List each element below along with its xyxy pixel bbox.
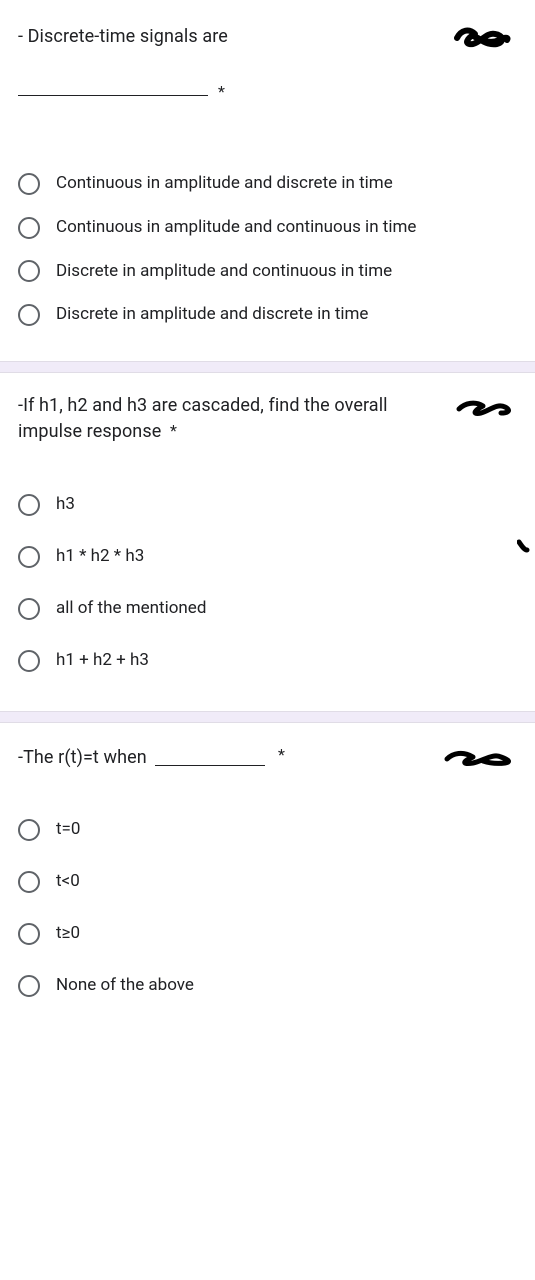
option[interactable]: Discrete in amplitude and discrete in ti… <box>18 293 517 337</box>
question-2-text: -If h1, h2 and h3 are cascaded, find the… <box>18 395 388 442</box>
option-label: Discrete in amplitude and continuous in … <box>56 260 392 284</box>
option[interactable]: t=0 <box>18 804 517 856</box>
question-3-title: -The r(t)=t when * <box>18 743 517 771</box>
option[interactable]: all of the mentioned <box>18 583 517 635</box>
question-3-text: -The r(t)=t when <box>18 746 147 767</box>
question-1-text: - Discrete-time signals are <box>18 26 228 47</box>
option[interactable]: None of the above <box>18 960 517 1012</box>
radio-icon <box>18 975 40 997</box>
quiz-form: - Discrete-time signals are * Continuous… <box>0 0 535 1036</box>
option-label: None of the above <box>56 974 194 998</box>
option[interactable]: Discrete in amplitude and continuous in … <box>18 250 517 294</box>
option[interactable]: h3 <box>18 479 517 531</box>
question-card-2: -If h1, h2 and h3 are cascaded, find the… <box>0 373 535 710</box>
card-separator <box>0 361 535 373</box>
scribble-icon <box>447 20 517 54</box>
required-marker: * <box>218 82 225 101</box>
question-2-options: h3 h1 * h2 * h3 all of the mentioned h1 … <box>18 479 517 686</box>
option-label: h1 + h2 + h3 <box>56 649 149 673</box>
option-label: Continuous in amplitude and continuous i… <box>56 216 416 240</box>
radio-icon <box>18 650 40 672</box>
radio-icon <box>18 494 40 516</box>
scribble-icon <box>453 393 517 421</box>
option[interactable]: h1 + h2 + h3 <box>18 635 517 687</box>
card-separator <box>0 711 535 723</box>
radio-icon <box>18 819 40 841</box>
radio-icon <box>18 217 40 239</box>
option-label: Discrete in amplitude and discrete in ti… <box>56 303 368 327</box>
question-card-1: - Discrete-time signals are * Continuous… <box>0 0 535 361</box>
option-label: all of the mentioned <box>56 597 206 621</box>
option-label: t≥0 <box>56 922 80 946</box>
blank-line <box>18 76 208 96</box>
radio-icon <box>18 871 40 893</box>
scribble-icon <box>443 745 517 771</box>
option[interactable]: t≥0 <box>18 908 517 960</box>
option-label: t<0 <box>56 870 80 894</box>
required-marker: * <box>170 421 177 440</box>
radio-icon <box>18 173 40 195</box>
option-label: h1 * h2 * h3 <box>56 545 144 569</box>
question-1-title: - Discrete-time signals are * <box>18 20 517 118</box>
option[interactable]: Continuous in amplitude and discrete in … <box>18 162 517 206</box>
check-scribble-icon <box>517 528 535 554</box>
option-label: h3 <box>56 493 75 517</box>
required-marker: * <box>278 745 285 764</box>
question-2-title: -If h1, h2 and h3 are cascaded, find the… <box>18 393 517 445</box>
option[interactable]: h1 * h2 * h3 <box>18 531 517 583</box>
radio-icon <box>18 598 40 620</box>
question-3-options: t=0 t<0 t≥0 None of the above <box>18 804 517 1011</box>
radio-icon <box>18 304 40 326</box>
option-label: Continuous in amplitude and discrete in … <box>56 172 393 196</box>
radio-icon <box>18 923 40 945</box>
radio-icon <box>18 546 40 568</box>
question-1-options: Continuous in amplitude and discrete in … <box>18 162 517 337</box>
option-label: t=0 <box>56 818 80 842</box>
blank-line <box>155 747 265 767</box>
option[interactable]: Continuous in amplitude and continuous i… <box>18 206 517 250</box>
option[interactable]: t<0 <box>18 856 517 908</box>
question-card-3: -The r(t)=t when * t=0 t<0 t≥0 None o <box>0 723 535 1036</box>
radio-icon <box>18 260 40 282</box>
